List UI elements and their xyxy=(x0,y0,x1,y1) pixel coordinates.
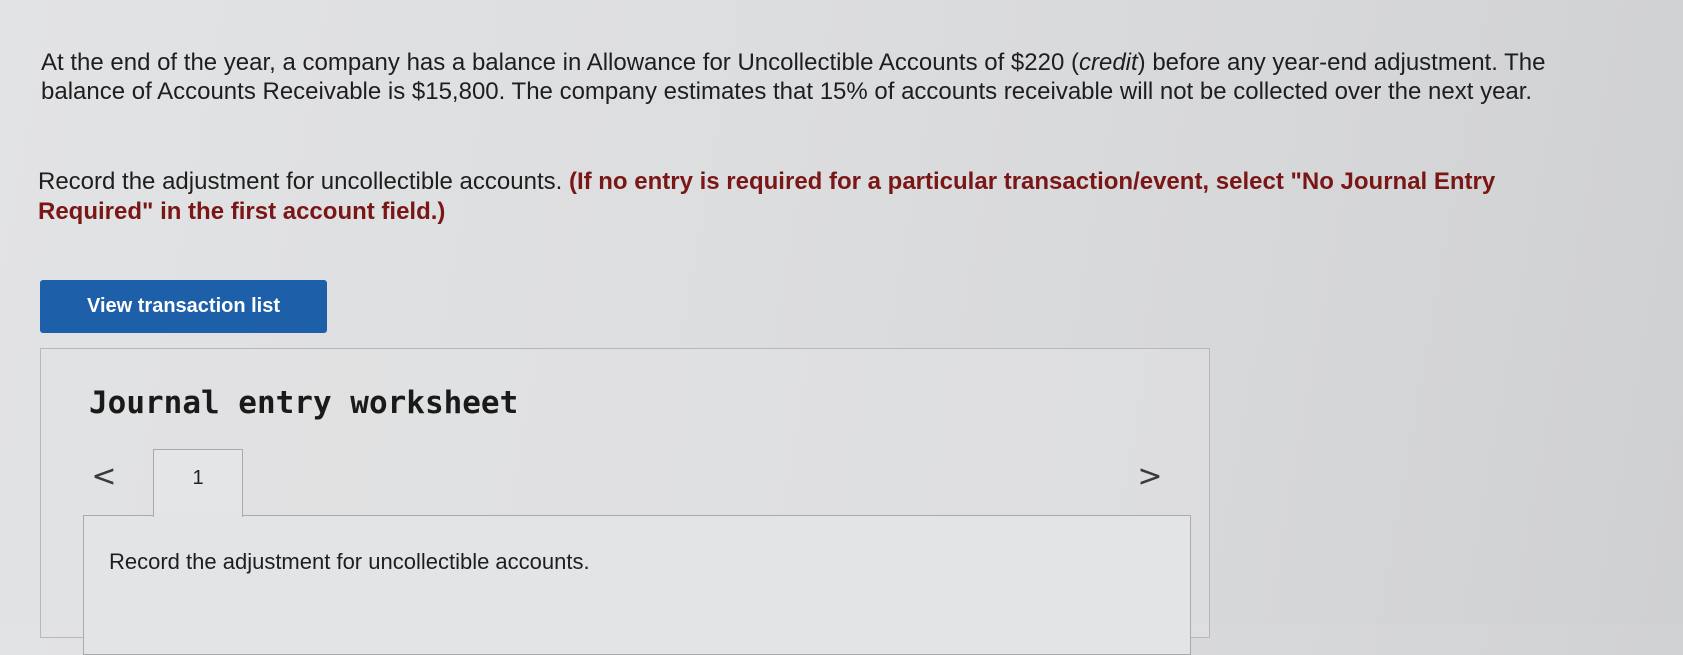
screen: At the end of the year, a company has a … xyxy=(0,0,1683,655)
worksheet-title: Journal entry worksheet xyxy=(89,385,519,421)
entry-instruction: Record the adjustment for uncollectible … xyxy=(109,549,590,574)
problem-text-part1: At the end of the year, a company has a … xyxy=(41,49,1079,76)
problem-text-italic: credit xyxy=(1078,49,1138,76)
problem-statement: At the end of the year, a company has a … xyxy=(41,48,1601,106)
entry-panel xyxy=(83,515,1191,655)
tab-entry-1[interactable]: 1 xyxy=(153,449,243,517)
instruction: Record the adjustment for uncollectible … xyxy=(38,167,1598,227)
view-transaction-list-button[interactable]: View transaction list xyxy=(40,280,327,333)
chevron-right-icon[interactable]: > xyxy=(1135,459,1165,495)
chevron-left-icon[interactable]: < xyxy=(89,459,119,495)
instruction-main: Record the adjustment for uncollectible … xyxy=(38,168,569,195)
journal-entry-worksheet: Journal entry worksheet < 1 > Record the… xyxy=(40,348,1210,655)
